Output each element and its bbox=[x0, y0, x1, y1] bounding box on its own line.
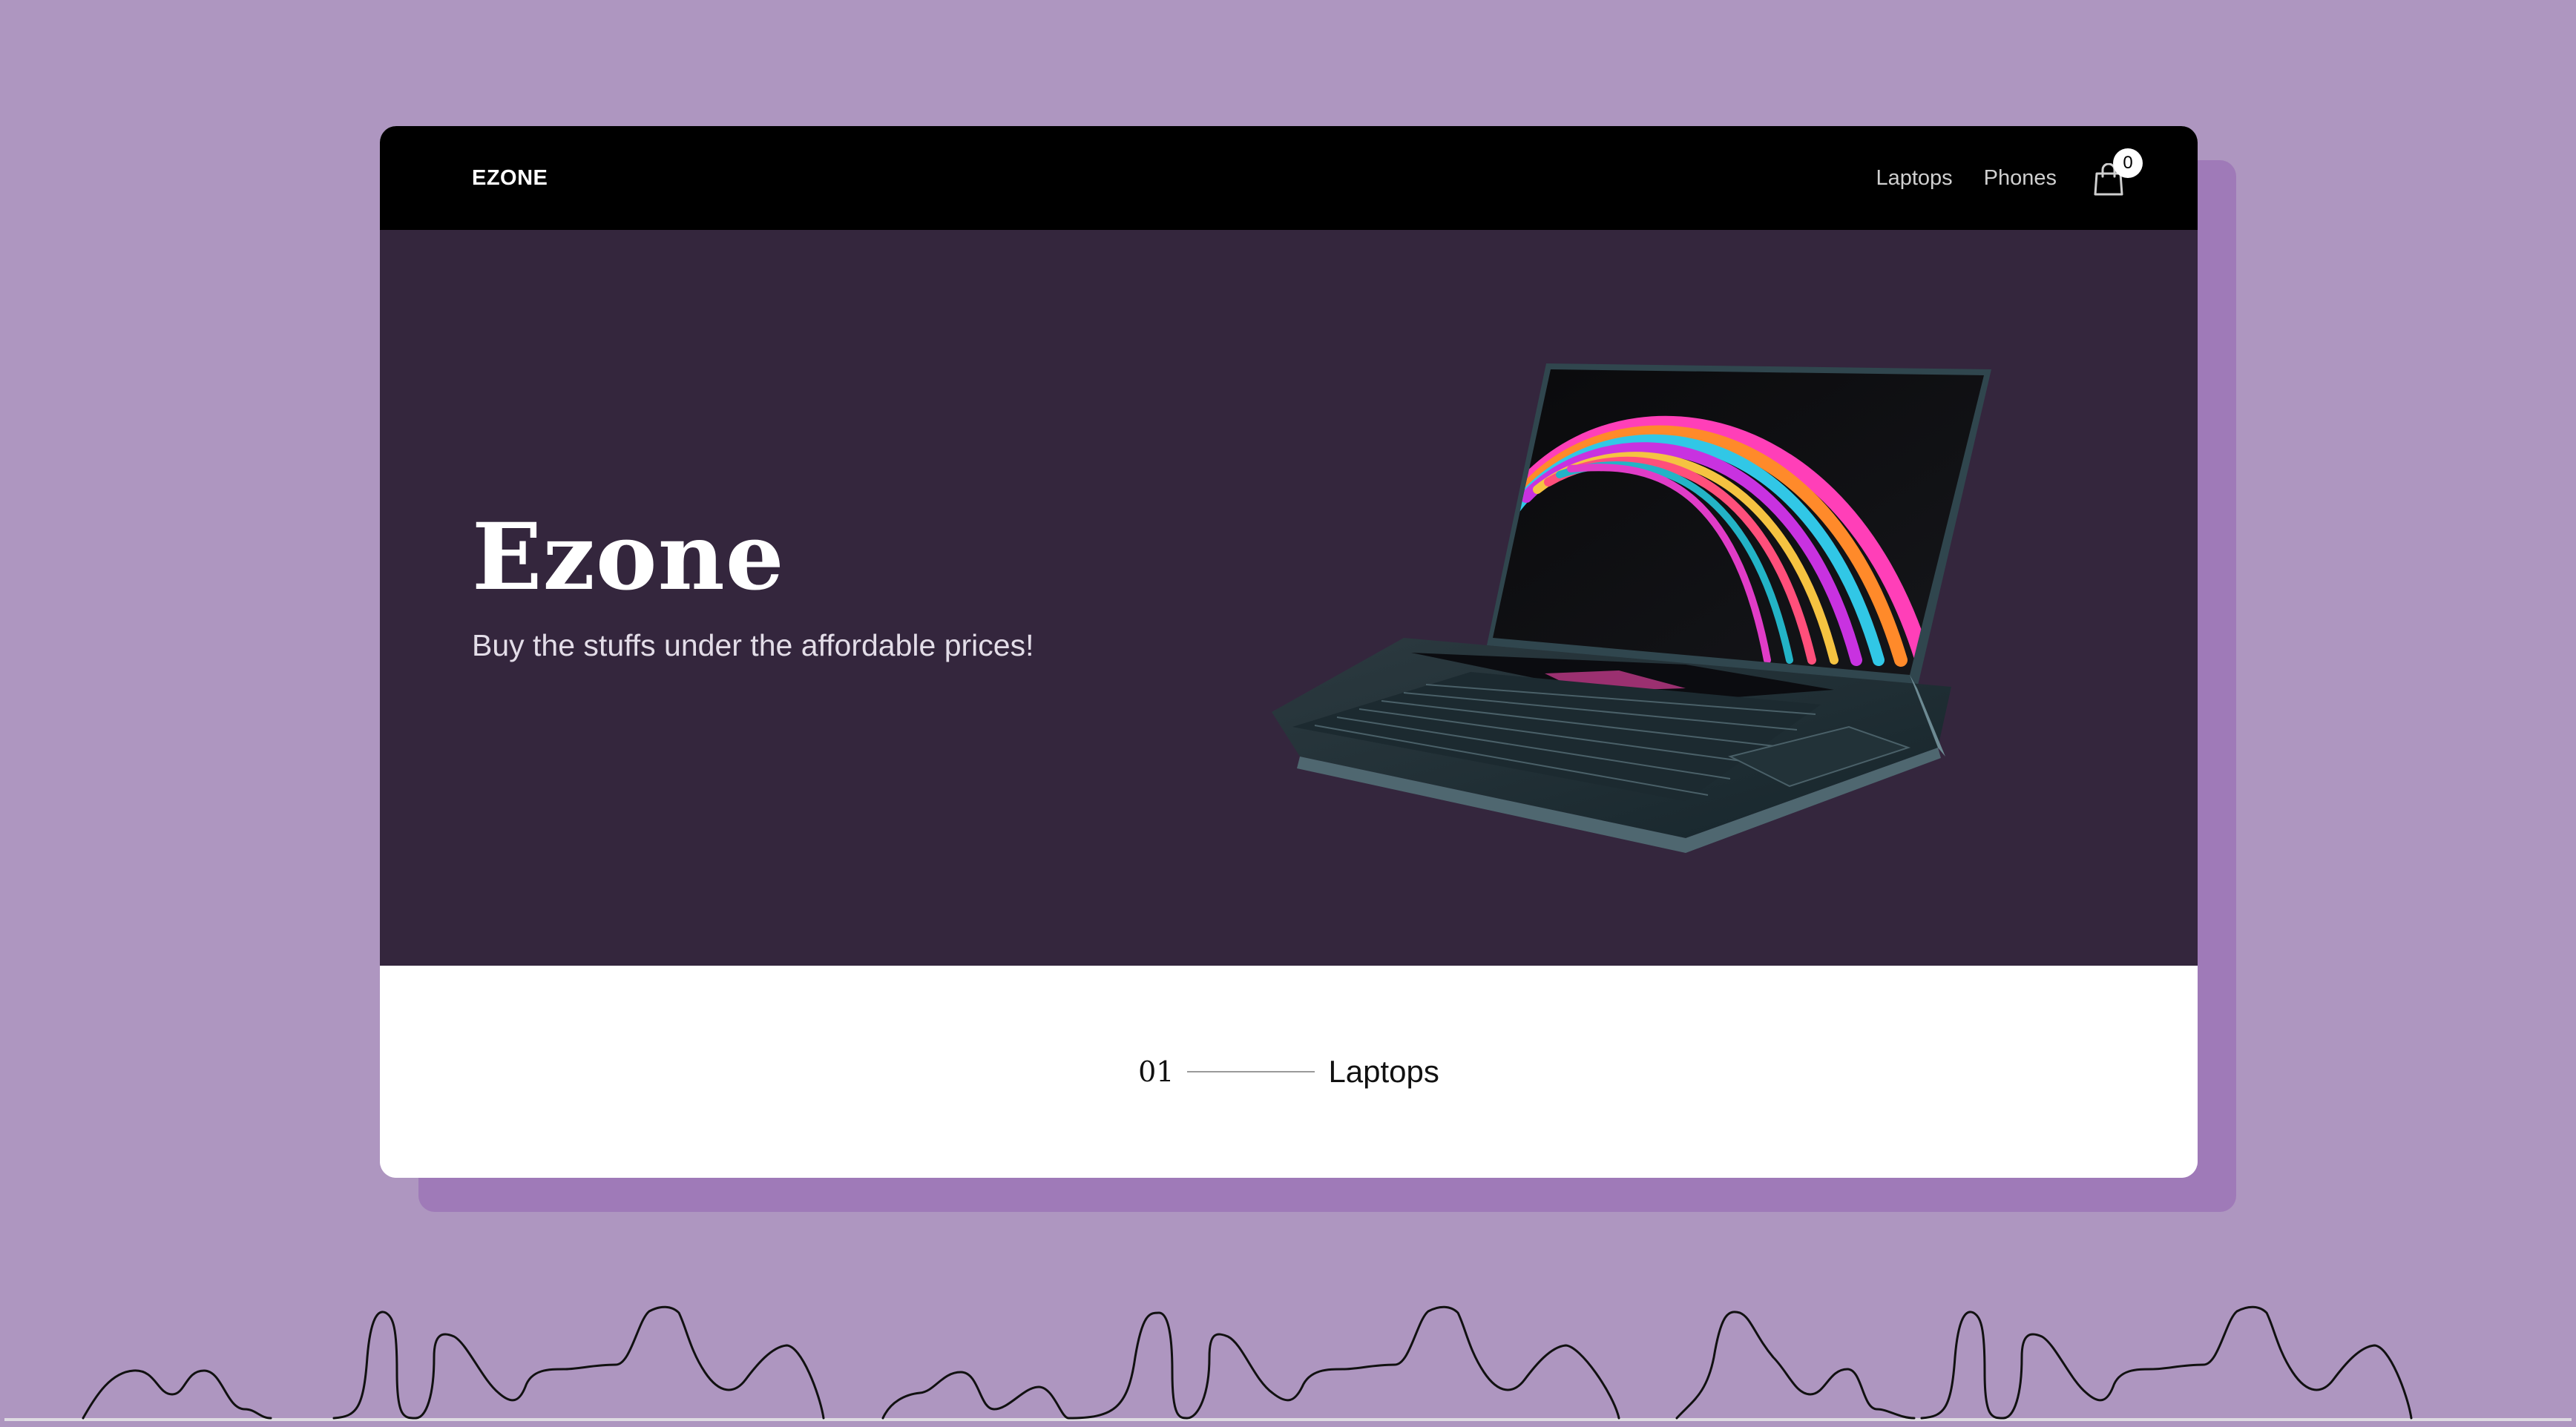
decorative-wave-line bbox=[82, 1305, 2413, 1420]
hero-title: Ezone bbox=[472, 504, 785, 611]
nav-link-phones[interactable]: Phones bbox=[1984, 166, 2057, 191]
laptop-image bbox=[1272, 363, 1991, 853]
section-title: Laptops bbox=[1328, 1054, 1439, 1089]
website-preview-card: EZONE Laptops Phones 0 Ezone Buy the stu… bbox=[380, 126, 2198, 1178]
section-heading: 01 Laptops bbox=[380, 966, 2198, 1178]
hero-subtitle: Buy the stuffs under the affordable pric… bbox=[472, 628, 1034, 662]
cart-count-badge: 0 bbox=[2113, 148, 2143, 178]
nav-links: Laptops Phones 0 bbox=[1876, 126, 2143, 230]
brand-logo[interactable]: EZONE bbox=[472, 126, 548, 230]
nav-link-laptops[interactable]: Laptops bbox=[1876, 166, 1952, 191]
navbar: EZONE Laptops Phones 0 bbox=[380, 126, 2198, 230]
hero-section: Ezone Buy the stuffs under the affordabl… bbox=[380, 230, 2198, 966]
laptops-section: 01 Laptops bbox=[380, 966, 2198, 1178]
section-number: 01 bbox=[1138, 1055, 1174, 1088]
cart-button[interactable]: 0 bbox=[2091, 148, 2143, 199]
section-divider bbox=[1187, 1071, 1315, 1072]
